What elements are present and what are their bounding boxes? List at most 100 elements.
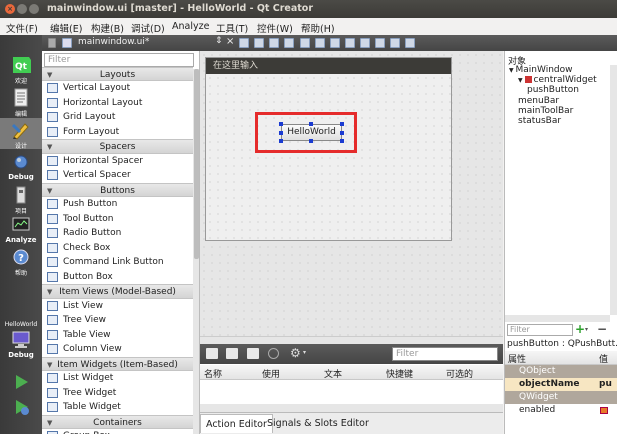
menu-edit[interactable]: 编辑(E): [50, 21, 82, 35]
delete-action-icon[interactable]: [268, 348, 279, 359]
mode-design[interactable]: 设计: [0, 118, 42, 150]
adjust-size-icon[interactable]: [405, 38, 415, 48]
copy-action-icon[interactable]: [226, 348, 238, 359]
widget-category-header[interactable]: ▼ Layouts: [42, 66, 193, 81]
selection-handle[interactable]: [309, 139, 313, 143]
property-row[interactable]: objectName pu: [505, 378, 617, 391]
new-action-icon[interactable]: [206, 348, 218, 359]
layout-h-splitter-icon[interactable]: [330, 38, 340, 48]
add-dynamic-property-icon[interactable]: +: [575, 322, 585, 336]
layout-vertical-icon[interactable]: [315, 38, 325, 48]
close-file-icon[interactable]: ×: [226, 36, 234, 47]
menu-help[interactable]: 帮助(H): [301, 21, 335, 35]
layout-v-splitter-icon[interactable]: [345, 38, 355, 48]
edit-tab-order-icon[interactable]: [284, 38, 294, 48]
widget-item[interactable]: Grid Layout: [42, 110, 193, 125]
break-layout-icon[interactable]: [390, 38, 400, 48]
column-shortcut[interactable]: 快捷键: [386, 367, 413, 380]
widget-item[interactable]: Radio Button: [42, 226, 193, 241]
widget-filter-input[interactable]: Filter: [44, 53, 194, 67]
collapse-arrow-icon[interactable]: ▼: [47, 140, 52, 154]
object-tree-item[interactable]: menuBar: [518, 96, 559, 106]
debug-run-button[interactable]: [0, 397, 42, 417]
collapse-arrow-icon[interactable]: ▼: [47, 285, 52, 299]
widget-item[interactable]: Column View: [42, 342, 193, 357]
settings-gear-icon[interactable]: ⚙: [290, 346, 301, 360]
collapse-arrow-icon[interactable]: ▼: [47, 358, 52, 372]
action-table-scrollbar[interactable]: [200, 404, 503, 412]
canvas-horizontal-scrollbar[interactable]: [200, 336, 503, 344]
property-filter-input[interactable]: Filter: [507, 324, 573, 336]
selection-handle[interactable]: [340, 122, 344, 126]
menu-tools[interactable]: 工具(T): [216, 21, 248, 35]
collapse-arrow-icon[interactable]: ▼: [47, 416, 52, 430]
widget-item[interactable]: Push Button: [42, 197, 193, 212]
paste-action-icon[interactable]: [247, 348, 259, 359]
menu-analyze[interactable]: Analyze: [172, 21, 209, 32]
selection-handle[interactable]: [309, 122, 313, 126]
edit-widgets-icon[interactable]: [239, 38, 249, 48]
mode-edit[interactable]: 编辑: [0, 88, 42, 118]
open-file-name[interactable]: mainwindow.ui*: [78, 37, 149, 47]
file-dropdown-arrows-icon[interactable]: ⇕: [215, 36, 223, 46]
column-checkable[interactable]: 可选的: [446, 367, 473, 380]
widget-item[interactable]: Tree View: [42, 313, 193, 328]
widget-item[interactable]: Command Link Button: [42, 255, 193, 270]
object-tree-item[interactable]: ▼ centralWidget: [518, 75, 597, 85]
settings-dropdown-icon[interactable]: ▾: [303, 349, 306, 356]
widget-item[interactable]: Form Layout: [42, 125, 193, 140]
action-filter-input[interactable]: Filter: [392, 347, 498, 361]
menu-file[interactable]: 文件(F): [6, 21, 38, 35]
mode-analyze[interactable]: Analyze: [0, 215, 42, 244]
minimize-window-button[interactable]: [17, 4, 27, 14]
collapse-arrow-icon[interactable]: ▼: [47, 184, 52, 198]
widget-category-header[interactable]: ▼ Item Widgets (Item-Based): [42, 356, 193, 372]
mode-welcome[interactable]: Qt 欢迎: [0, 55, 42, 85]
column-name[interactable]: 名称: [204, 367, 222, 380]
build-target-selector[interactable]: HelloWorld Debug: [0, 320, 42, 359]
layout-horizontal-icon[interactable]: [300, 38, 310, 48]
object-tree-scrollbar[interactable]: [610, 65, 617, 315]
widget-item[interactable]: Vertical Layout: [42, 81, 193, 96]
tab-signals-slots-editor[interactable]: Signals & Slots Editor: [262, 414, 374, 433]
object-tree-item[interactable]: statusBar: [518, 116, 561, 126]
object-tree-item[interactable]: mainToolBar: [518, 106, 573, 116]
selection-handle[interactable]: [279, 139, 283, 143]
form-menu-placeholder[interactable]: 在这里输入: [206, 58, 451, 74]
mode-projects[interactable]: 项目: [0, 185, 42, 215]
add-property-dropdown-icon[interactable]: ▾: [585, 326, 588, 333]
widget-item[interactable]: List Widget: [42, 371, 193, 386]
run-button[interactable]: [0, 372, 42, 392]
mode-debug[interactable]: Debug: [0, 152, 42, 181]
edit-signals-slots-icon[interactable]: [254, 38, 264, 48]
layout-grid-icon[interactable]: [375, 38, 385, 48]
widget-item[interactable]: Check Box: [42, 241, 193, 256]
widget-category-header[interactable]: ▼ Item Views (Model-Based): [42, 284, 193, 299]
widget-category-header[interactable]: ▼ Containers: [42, 414, 193, 430]
property-group-header[interactable]: QObject: [505, 365, 617, 378]
selection-handle[interactable]: [279, 122, 283, 126]
maximize-window-button[interactable]: [29, 4, 39, 14]
widget-item[interactable]: Vertical Spacer: [42, 168, 193, 183]
edit-buddies-icon[interactable]: [269, 38, 279, 48]
property-group-header[interactable]: QWidget: [505, 391, 617, 404]
selection-handle[interactable]: [279, 131, 283, 135]
scrollbar-thumb[interactable]: [194, 69, 199, 259]
menu-debug[interactable]: 调试(D): [131, 21, 165, 35]
selection-handle[interactable]: [340, 131, 344, 135]
property-value[interactable]: pu: [599, 378, 612, 391]
widget-item[interactable]: Tool Button: [42, 212, 193, 227]
column-text[interactable]: 文本: [324, 367, 342, 380]
object-tree-item[interactable]: pushButton: [527, 85, 579, 95]
widget-item[interactable]: List View: [42, 299, 193, 314]
widget-item[interactable]: Tree Widget: [42, 386, 193, 401]
close-window-button[interactable]: ×: [5, 4, 15, 14]
object-tree-item[interactable]: ▼ MainWindow: [509, 65, 573, 75]
selection-handle[interactable]: [340, 139, 344, 143]
object-tree-h-scrollbar[interactable]: [505, 315, 610, 322]
layout-form-icon[interactable]: [360, 38, 370, 48]
mode-help[interactable]: ? 帮助: [0, 247, 42, 277]
column-used[interactable]: 使用: [262, 367, 280, 380]
widget-item[interactable]: Horizontal Layout: [42, 96, 193, 111]
menu-build[interactable]: 构建(B): [91, 21, 124, 35]
